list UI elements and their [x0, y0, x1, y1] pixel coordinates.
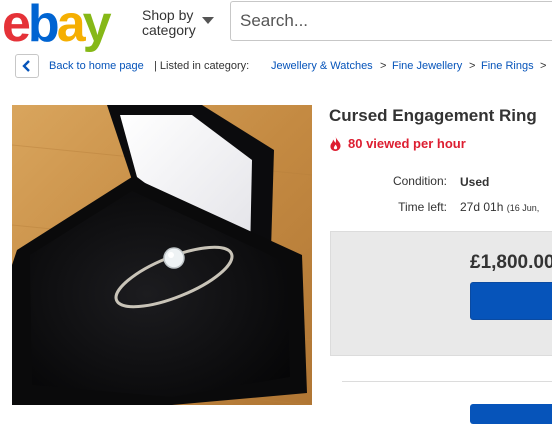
logo-letter-a: a: [56, 0, 86, 53]
time-left-detail: (16 Jun,: [506, 203, 540, 213]
breadcrumb-separator: >: [380, 60, 387, 72]
listing-title: Cursed Engagement Ring: [329, 106, 537, 125]
ebay-logo[interactable]: ebay: [2, 0, 112, 53]
time-left-value-group: 27d 01h (16 Jun,: [460, 200, 539, 214]
buy-it-now-button[interactable]: [470, 282, 552, 320]
condition-value: Used: [460, 175, 490, 189]
logo-letter-y: y: [82, 0, 112, 53]
category-label: category: [142, 22, 196, 38]
chevron-down-icon[interactable]: [202, 17, 214, 24]
shop-by-category-button[interactable]: Shop by category: [142, 8, 196, 38]
price: £1,800.00: [470, 252, 552, 273]
viewed-per-hour: 80 viewed per hour: [348, 136, 466, 151]
breadcrumb-link-fine-rings[interactable]: Fine Rings: [481, 60, 534, 72]
condition-label: Condition:: [392, 174, 447, 188]
listed-in-category-label: | Listed in category:: [154, 60, 250, 72]
breadcrumb-separator: >: [540, 60, 547, 72]
secondary-action-button[interactable]: [470, 404, 552, 424]
shop-by-label: Shop by: [142, 7, 194, 23]
back-to-home-link[interactable]: Back to home page: [49, 60, 144, 72]
back-button[interactable]: [15, 54, 39, 78]
product-image[interactable]: [12, 105, 312, 405]
logo-letter-e: e: [2, 0, 31, 53]
breadcrumb-link-fine-jewellery[interactable]: Fine Jewellery: [392, 60, 462, 72]
search-input[interactable]: [230, 1, 552, 41]
breadcrumb-separator: >: [469, 60, 476, 72]
divider: [342, 381, 552, 382]
ring-box-photo: [12, 105, 312, 405]
fire-icon: [330, 136, 341, 151]
logo-letter-b: b: [27, 0, 60, 53]
time-left-label: Time left:: [398, 200, 447, 214]
time-left-value: 27d 01h: [460, 200, 504, 214]
breadcrumb-link-jewellery-watches[interactable]: Jewellery & Watches: [271, 60, 373, 72]
chevron-left-icon: [22, 60, 30, 72]
